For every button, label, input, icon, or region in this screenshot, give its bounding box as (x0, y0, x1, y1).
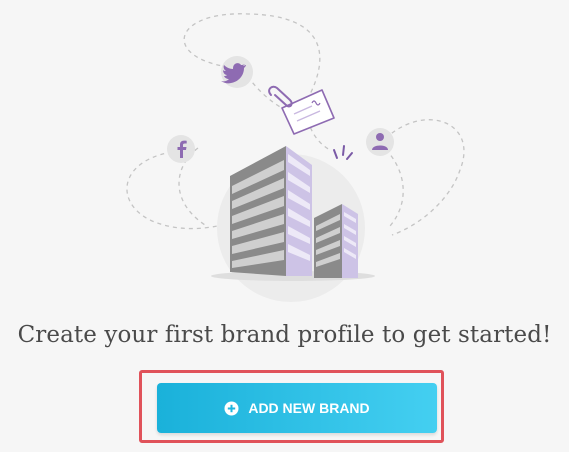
empty-state-illustration (126, 13, 465, 302)
facebook-icon (167, 135, 195, 163)
twitter-icon (221, 56, 253, 88)
sparkle-lines (333, 145, 353, 160)
paperclip-icon (268, 85, 293, 108)
document-icon (281, 89, 335, 135)
empty-state-message: Create your first brand profile to get s… (17, 322, 552, 348)
plus-circle-icon (224, 401, 239, 416)
building-icon (230, 146, 312, 276)
user-icon (366, 128, 394, 156)
small-building-icon (314, 204, 358, 278)
add-new-brand-button[interactable]: ADD NEW BRAND (157, 383, 437, 433)
add-new-brand-label: ADD NEW BRAND (248, 400, 370, 416)
